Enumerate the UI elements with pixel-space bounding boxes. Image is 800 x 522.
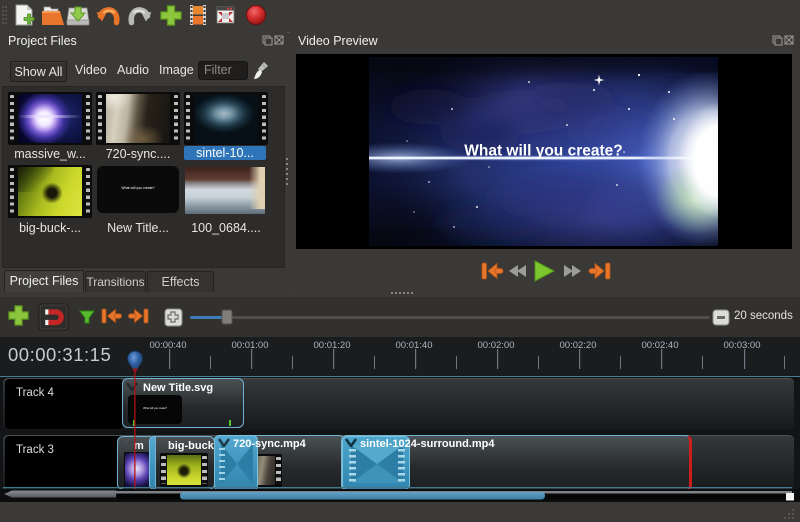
svg-text:00:03:00: 00:03:00	[724, 340, 761, 351]
svg-text:00:01:00: 00:01:00	[232, 340, 269, 351]
svg-text:00:02:40: 00:02:40	[642, 340, 679, 351]
svg-text:00:02:00: 00:02:00	[478, 340, 515, 351]
svg-text:00:01:40: 00:01:40	[396, 340, 433, 351]
svg-text:00:01:20: 00:01:20	[314, 340, 351, 351]
svg-text:00:02:20: 00:02:20	[560, 340, 597, 351]
svg-text:What will you create?: What will you create?	[464, 143, 622, 160]
svg-text:00:00:40: 00:00:40	[150, 340, 187, 351]
